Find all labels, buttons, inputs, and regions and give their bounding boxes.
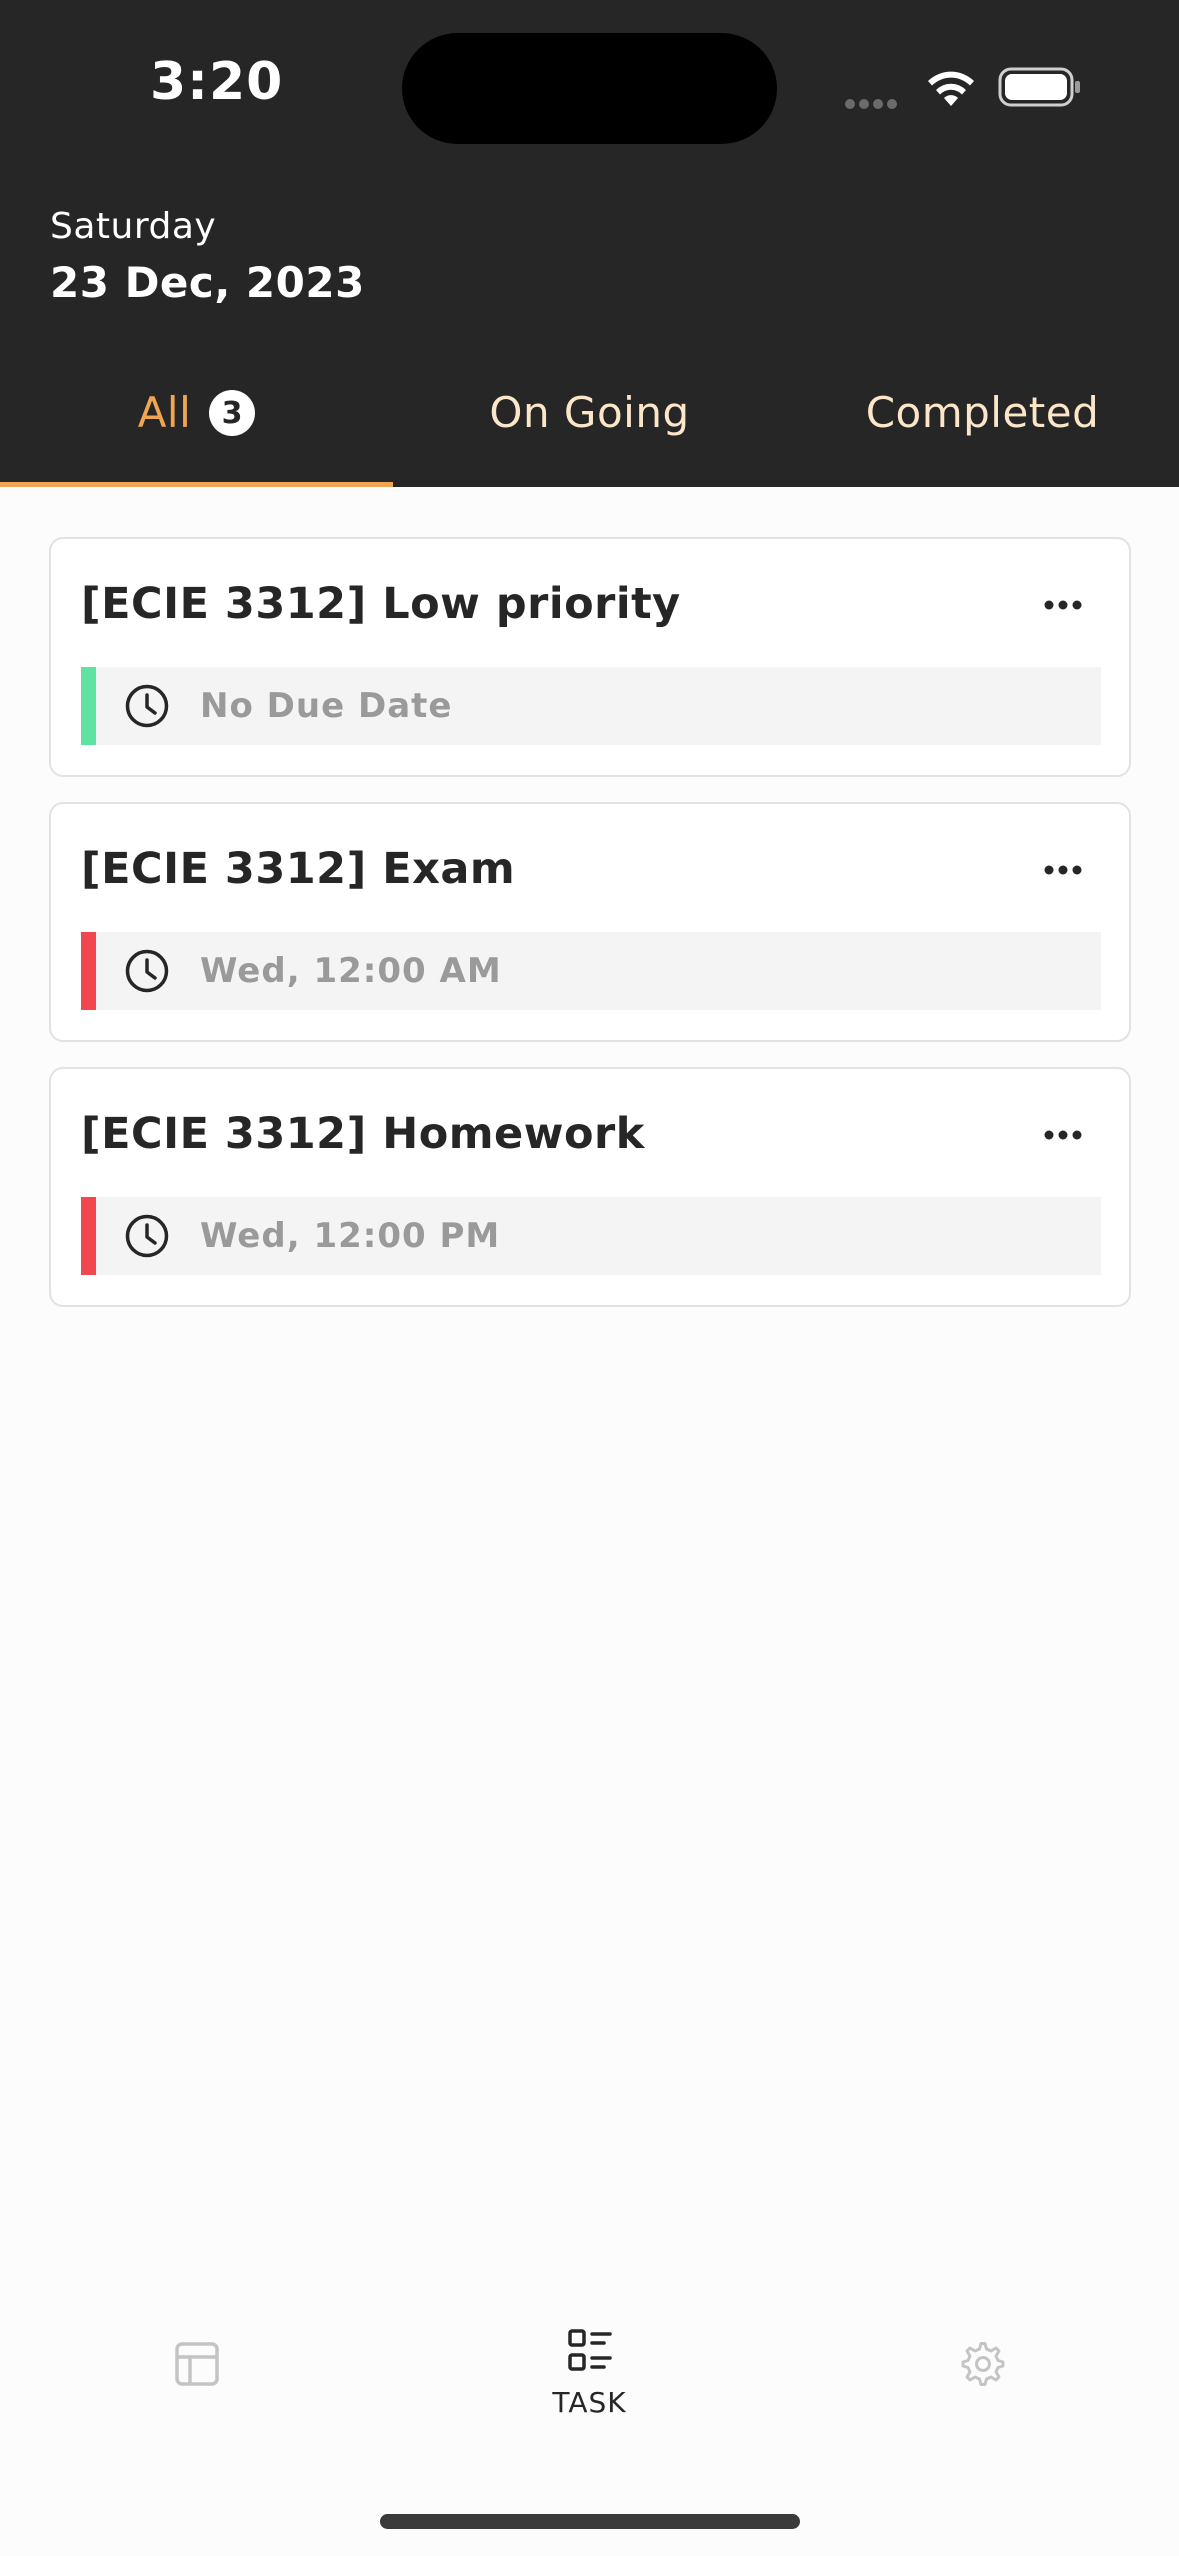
battery-icon	[998, 67, 1080, 107]
filter-tabs: All 3 On Going Completed	[0, 370, 1179, 487]
task-title: [ECIE 3312] Low priority	[81, 579, 681, 629]
nav-item-settings[interactable]	[786, 2290, 1179, 2440]
nav-item-board[interactable]	[0, 2290, 393, 2440]
nav-item-task[interactable]: TASK	[393, 2290, 786, 2440]
due-date-text: Wed, 12:00 AM	[200, 951, 502, 991]
bottom-nav: TASK	[0, 2290, 1179, 2440]
tab-on-going[interactable]: On Going	[393, 370, 786, 487]
more-options-icon[interactable]	[1043, 864, 1083, 876]
wifi-icon	[928, 71, 974, 106]
home-indicator[interactable]	[380, 2514, 800, 2529]
task-list-icon	[568, 2329, 612, 2371]
task-list: [ECIE 3312] Low priority No Due Date [EC…	[49, 537, 1131, 1332]
due-date-text: Wed, 12:00 PM	[200, 1216, 501, 1256]
task-card[interactable]: [ECIE 3312] Homework Wed, 12:00 PM	[49, 1067, 1131, 1307]
status-time: 3:20	[150, 52, 284, 112]
tab-all[interactable]: All 3	[0, 370, 393, 487]
due-date-row: Wed, 12:00 AM	[81, 932, 1101, 1010]
task-card[interactable]: [ECIE 3312] Exam Wed, 12:00 AM	[49, 802, 1131, 1042]
gear-icon	[961, 2342, 1005, 2386]
date-full: 23 Dec, 2023	[50, 258, 365, 307]
priority-indicator	[81, 1197, 96, 1275]
tab-all-count-badge: 3	[209, 390, 256, 436]
header: 3:20 Saturday 23 Dec, 2023 All 3 On Goin…	[0, 0, 1179, 487]
dynamic-island	[402, 33, 777, 144]
task-title: [ECIE 3312] Exam	[81, 844, 516, 894]
nav-item-task-label: TASK	[552, 2386, 627, 2419]
clock-icon	[125, 949, 169, 993]
due-date-text: No Due Date	[200, 686, 453, 726]
tab-on-going-label: On Going	[489, 388, 690, 437]
due-date-row: No Due Date	[81, 667, 1101, 745]
tab-completed[interactable]: Completed	[786, 370, 1179, 487]
tab-completed-label: Completed	[865, 388, 1100, 437]
more-options-icon[interactable]	[1043, 599, 1083, 611]
more-options-icon[interactable]	[1043, 1129, 1083, 1141]
clock-icon	[125, 1214, 169, 1258]
tab-all-label: All	[137, 388, 192, 437]
active-tab-indicator	[0, 482, 393, 487]
task-card[interactable]: [ECIE 3312] Low priority No Due Date	[49, 537, 1131, 777]
priority-indicator	[81, 667, 96, 745]
board-icon	[175, 2342, 219, 2386]
due-date-row: Wed, 12:00 PM	[81, 1197, 1101, 1275]
app-screen: 3:20 Saturday 23 Dec, 2023 All 3 On Goin…	[0, 0, 1179, 2556]
cellular-signal-icon	[845, 94, 901, 109]
clock-icon	[125, 684, 169, 728]
task-title: [ECIE 3312] Homework	[81, 1109, 645, 1159]
priority-indicator	[81, 932, 96, 1010]
date-day: Saturday	[50, 206, 217, 247]
